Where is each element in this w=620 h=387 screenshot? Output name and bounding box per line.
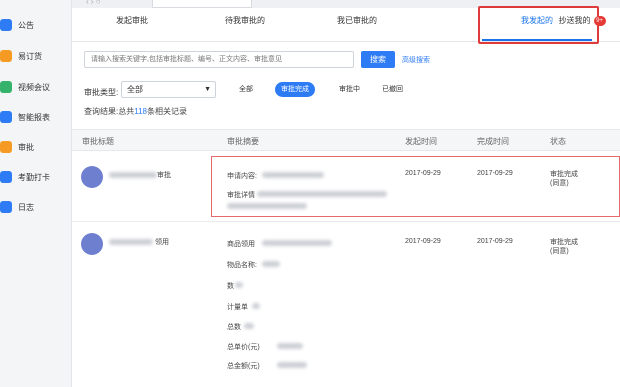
avatar xyxy=(81,233,103,255)
clock-icon xyxy=(0,171,12,183)
result-summary: 查询结果:总共118条相关记录 xyxy=(84,107,187,116)
redacted-text xyxy=(109,172,157,178)
sidebar-item-label: 审批 xyxy=(18,142,34,152)
summary-line: 计量单 xyxy=(227,304,248,311)
redacted-text xyxy=(244,323,254,329)
sidebar-item-label: 智能报表 xyxy=(18,112,50,122)
approval-type-label: 审批类型: xyxy=(84,88,119,97)
summary-line: 总金额(元) xyxy=(227,363,260,370)
browser-tab[interactable] xyxy=(152,0,252,8)
column-header-start-time: 发起时间 xyxy=(405,137,437,146)
status-badge: 审批完成 (同意) xyxy=(550,239,578,255)
sidebar-item-label: 易订货 xyxy=(18,51,42,61)
sidebar: 公告 易订货 视频会议 智能报表 审批 考勤打卡 日志 xyxy=(0,0,72,387)
tab-approved-by-me[interactable]: 我已审批的 xyxy=(312,8,402,42)
sidebar-item-video-meeting[interactable]: 视频会议 xyxy=(0,74,72,100)
sidebar-item-attendance[interactable]: 考勤打卡 xyxy=(0,164,72,190)
column-header-summary: 审批摘要 xyxy=(227,137,259,146)
sidebar-item-approval[interactable]: 审批 xyxy=(0,134,72,160)
sidebar-item-announcement[interactable]: 公告 xyxy=(0,12,72,38)
search-button[interactable]: 搜索 xyxy=(361,51,395,68)
filter-status-in-progress[interactable]: 审批中 xyxy=(333,82,366,97)
approval-type-select[interactable]: 全部 ▼ xyxy=(121,81,216,98)
redacted-text xyxy=(277,343,303,349)
start-time: 2017-09-29 xyxy=(405,238,441,245)
redacted-text xyxy=(262,261,280,267)
summary-line: 物品名称: xyxy=(227,262,257,269)
filter-status-completed[interactable]: 审批完成 xyxy=(275,82,315,97)
column-header-finish-time: 完成时间 xyxy=(477,137,509,146)
redacted-text xyxy=(252,303,260,309)
sidebar-item-label: 考勤打卡 xyxy=(18,172,50,182)
row-title-suffix: 领用 xyxy=(155,239,169,246)
sidebar-item-label: 日志 xyxy=(18,202,34,212)
announcement-icon xyxy=(0,19,12,31)
log-icon xyxy=(0,201,12,213)
table-header: 审批标题 审批摘要 发起时间 完成时间 状态 xyxy=(72,129,620,151)
report-icon xyxy=(0,111,12,123)
summary-line: 商品领用 xyxy=(227,241,255,248)
unread-badge: 9+ xyxy=(593,15,606,26)
advanced-search-link[interactable]: 高级搜索 xyxy=(402,55,430,65)
tab-start-approval[interactable]: 发起审批 xyxy=(92,8,172,42)
back-forward-icon[interactable]: ‹ › ○ xyxy=(86,0,101,6)
sidebar-item-log[interactable]: 日志 xyxy=(0,194,72,220)
search-input[interactable] xyxy=(84,51,354,68)
filter-status-withdrawn[interactable]: 已撤回 xyxy=(376,82,409,97)
avatar xyxy=(81,166,103,188)
sidebar-item-label: 视频会议 xyxy=(18,82,50,92)
annotation-highlight-box xyxy=(211,156,620,217)
summary-line: 数 xyxy=(227,283,234,290)
sidebar-item-easy-order[interactable]: 易订货 xyxy=(0,43,72,69)
approval-tabs: 发起审批 待我审批的 我已审批的 我发起的 抄送我的 9+ xyxy=(72,6,620,44)
summary-line: 总单价(元) xyxy=(227,344,260,351)
finish-time: 2017-09-29 xyxy=(477,238,513,245)
table-row[interactable]: 领用 商品领用 物品名称: 数 计量单 总数 总单价(元) 总金额(元) 201… xyxy=(72,223,620,387)
sidebar-item-label: 公告 xyxy=(18,20,34,30)
column-header-title: 审批标题 xyxy=(82,137,114,146)
chevron-down-icon: ▼ xyxy=(204,86,211,93)
redacted-text xyxy=(277,362,307,368)
order-icon xyxy=(0,50,12,62)
approval-icon xyxy=(0,141,12,153)
summary-line: 总数 xyxy=(227,324,241,331)
video-icon xyxy=(0,81,12,93)
redacted-text xyxy=(109,239,153,245)
redacted-text xyxy=(235,282,243,288)
row-title-suffix: 审批 xyxy=(157,172,171,179)
column-header-status: 状态 xyxy=(550,137,566,146)
tab-cc-me[interactable]: 抄送我的 9+ xyxy=(537,8,620,42)
result-count: 118 xyxy=(134,107,147,116)
redacted-text xyxy=(262,240,332,246)
tab-pending-approval[interactable]: 待我审批的 xyxy=(200,8,290,42)
filter-status-all[interactable]: 全部 xyxy=(233,82,259,97)
sidebar-item-smart-report[interactable]: 智能报表 xyxy=(0,104,72,130)
